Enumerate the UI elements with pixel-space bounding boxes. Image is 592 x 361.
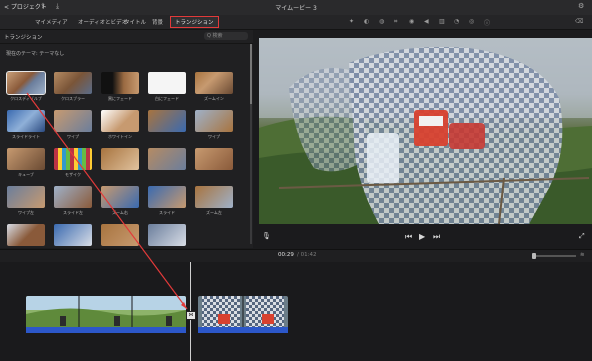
playback-controls: 🎙 ⏮ ▶ ⏭ ⤢ (259, 229, 592, 247)
transition-thumbnail[interactable] (54, 186, 92, 208)
rewind-button[interactable]: ⏮ (405, 232, 412, 242)
transition-thumbnail[interactable] (6, 71, 46, 95)
transition-thumbnail[interactable] (195, 72, 233, 94)
transition-label: ワイプ左 (18, 210, 34, 215)
tab-backgrounds[interactable]: 背景 (152, 18, 163, 26)
transition-label: スライド左 (63, 210, 83, 215)
transition-thumbnail[interactable] (7, 186, 45, 208)
transition-thumbnail[interactable] (148, 186, 186, 208)
play-button[interactable]: ▶ (419, 232, 425, 241)
transition-thumbnail[interactable] (148, 110, 186, 132)
browser-title: トランジション (4, 35, 43, 41)
tab-transitions[interactable]: トランジション (170, 16, 219, 28)
transition-thumbnail[interactable] (148, 72, 186, 94)
browser-header: トランジション Q 検索 (0, 30, 253, 44)
magic-wand-icon[interactable]: ✦ (349, 18, 354, 25)
tab-audio-video[interactable]: オーディオとビデオ (78, 18, 127, 26)
volume-icon[interactable]: ◀ (424, 18, 429, 25)
transition-label: モザイク (65, 172, 81, 177)
transition-label: クロスブラー (61, 96, 85, 101)
transition-thumbnail[interactable] (7, 110, 45, 132)
filter-icon[interactable]: ◎ (469, 18, 474, 25)
transition-label: ズームイン (204, 96, 224, 101)
microphone-icon[interactable]: 🎙 (262, 232, 271, 240)
transition-label: ワイプ (67, 134, 79, 139)
transition-thumbnail[interactable] (7, 148, 45, 170)
waveform-icon[interactable]: ≋ (580, 252, 585, 258)
transition-thumbnail[interactable] (195, 148, 233, 170)
transition-thumbnail[interactable] (101, 186, 139, 208)
zoom-slider[interactable] (532, 253, 576, 259)
transition-label: 白にフェード (155, 96, 179, 101)
audio-track-2[interactable] (198, 327, 288, 333)
search-field[interactable]: Q 検索 (204, 32, 248, 40)
transition-marker[interactable]: ⋈ (186, 311, 196, 320)
transition-label: スライドライト (12, 134, 40, 139)
zoom-slider-knob[interactable] (532, 253, 536, 259)
color-correction-icon[interactable]: ◍ (379, 18, 384, 25)
transition-thumbnail[interactable] (148, 224, 186, 246)
color-balance-icon[interactable]: ◐ (364, 18, 369, 25)
title-bar: < プロジェクト ⇪ ⤓ マイムービー 3 ⚙ (0, 0, 592, 16)
fullscreen-icon[interactable]: ⤢ (579, 232, 585, 241)
transition-thumbnail[interactable] (54, 148, 92, 170)
transition-thumbnail[interactable] (101, 224, 139, 246)
transition-label: ズーム右 (112, 210, 128, 215)
transition-label: キューブ (18, 172, 34, 177)
crop-icon[interactable]: ⌗ (394, 18, 397, 26)
speed-icon[interactable]: ◔ (454, 18, 459, 25)
transition-label: クロスディゾルブ (10, 96, 42, 101)
transition-thumbnail[interactable] (148, 148, 186, 170)
transitions-browser: トランジション Q 検索 現在のテーマ: テーマなし クロスディゾルブ クロスブラ… (0, 30, 253, 248)
noise-reduction-icon[interactable]: ▥ (439, 18, 445, 25)
transition-label: ホワイトイン (108, 134, 132, 139)
total-time: / 01:42 (297, 252, 317, 258)
transition-thumbnail[interactable] (195, 110, 233, 132)
timeline-header: 00:29 / 01:42 ≋ (0, 249, 592, 263)
window-title: マイムービー 3 (275, 5, 317, 12)
media-tab-bar: マイメディア オーディオとビデオ タイトル 背景 トランジション ✦ ◐ ◍ ⌗… (0, 15, 592, 30)
tab-my-media[interactable]: マイメディア (35, 18, 68, 26)
video-viewer (259, 38, 592, 224)
reset-icon[interactable]: ⌫ (575, 18, 583, 25)
transition-label: スライド (159, 210, 175, 215)
viewer-frame (259, 38, 592, 224)
transition-label: 黒にフェード (108, 96, 132, 101)
transition-thumbnail[interactable] (54, 72, 92, 94)
forward-button[interactable]: ⏭ (433, 232, 440, 242)
transition-thumbnail[interactable] (54, 224, 92, 246)
current-time: 00:29 (278, 252, 294, 258)
stabilization-icon[interactable]: ◉ (409, 18, 414, 25)
browser-scrollbar[interactable] (250, 44, 252, 244)
audio-track-1[interactable] (26, 327, 186, 333)
search-placeholder: Q 検索 (207, 33, 223, 39)
transition-thumbnail[interactable] (101, 72, 139, 94)
transition-thumbnail[interactable] (7, 224, 45, 246)
transition-thumbnail[interactable] (195, 186, 233, 208)
info-icon[interactable]: ⓘ (484, 18, 490, 27)
transition-thumbnail[interactable] (101, 110, 139, 132)
transition-label: ズーム左 (206, 210, 222, 215)
transition-label: ワイプ (208, 134, 220, 139)
transition-thumbnail[interactable] (54, 110, 92, 132)
theme-section-label: 現在のテーマ: テーマなし (6, 51, 65, 57)
transition-thumbnail[interactable] (101, 148, 139, 170)
tab-titles[interactable]: タイトル (124, 18, 146, 26)
settings-icon[interactable]: ⚙ (578, 2, 584, 10)
